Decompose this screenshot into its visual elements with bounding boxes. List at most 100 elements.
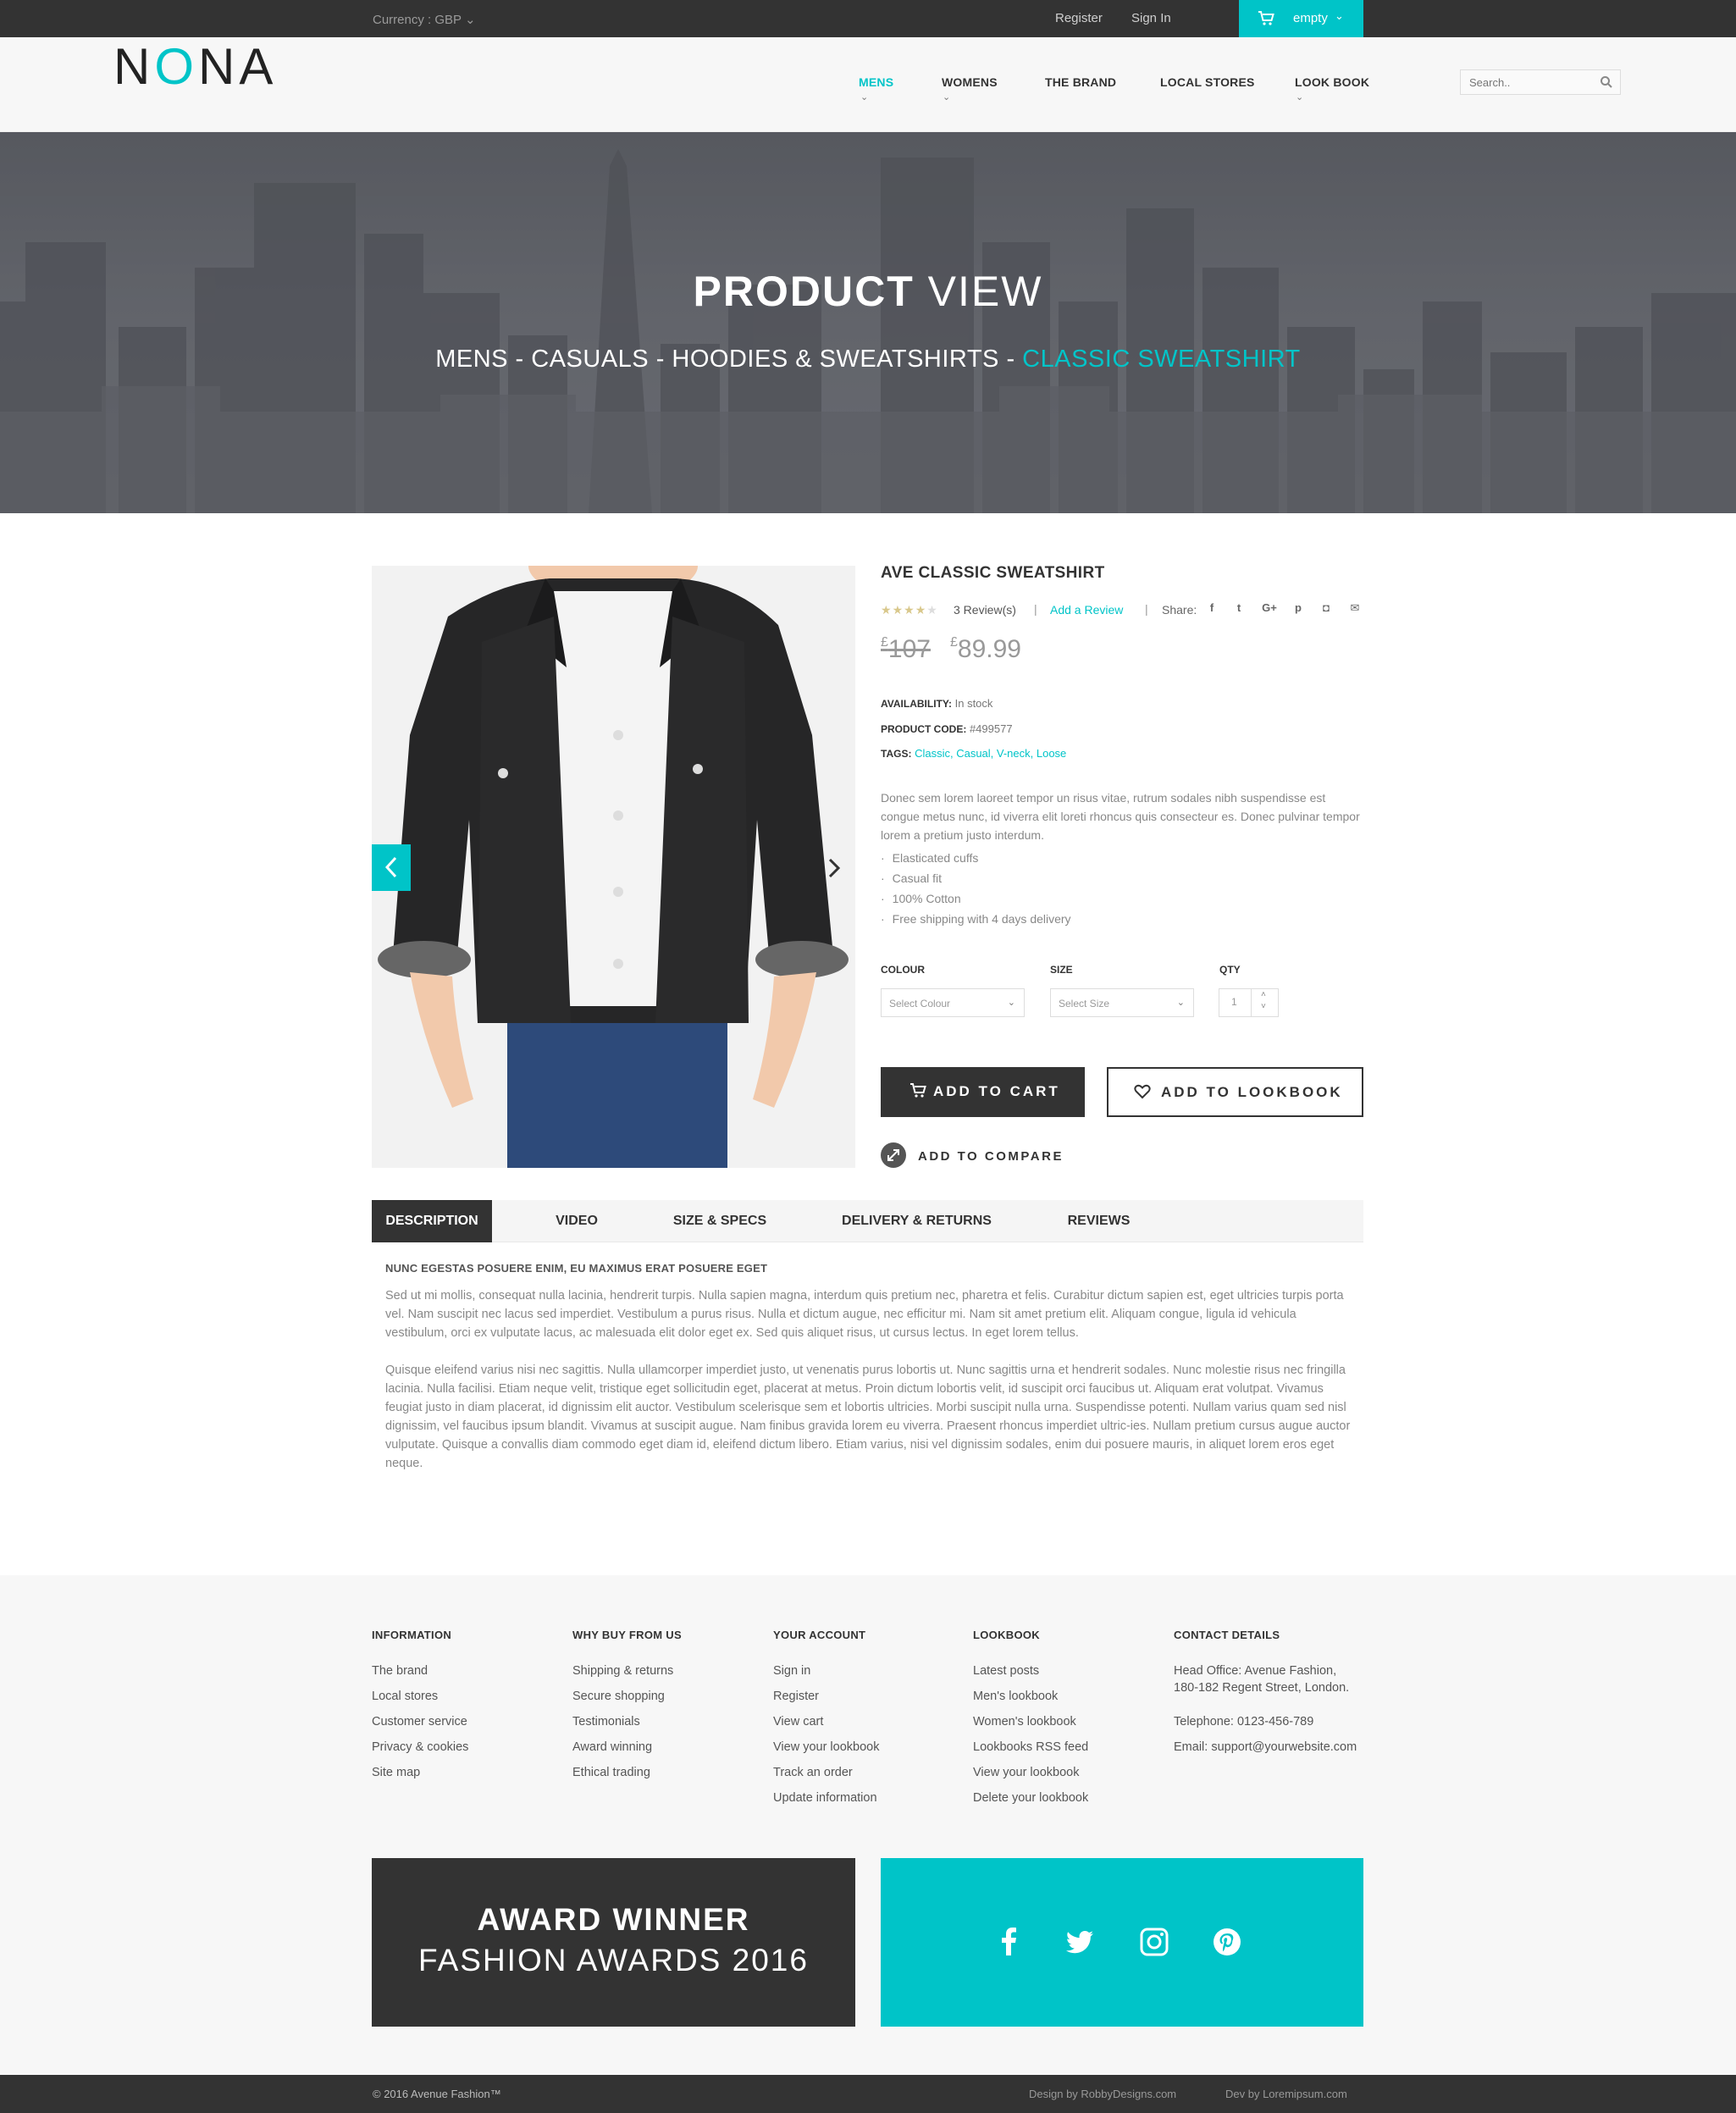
search-icon[interactable] bbox=[1600, 75, 1613, 89]
pinterest-icon[interactable] bbox=[1212, 1927, 1242, 1957]
footer-link[interactable]: Secure shopping bbox=[572, 1690, 665, 1703]
star-icon: ★ bbox=[926, 603, 938, 617]
dev-credit-link[interactable]: Dev by Loremipsum.com bbox=[1225, 2088, 1347, 2100]
cart-button[interactable]: empty ⌄ bbox=[1239, 0, 1363, 37]
contact-email[interactable]: Email: support@yourwebsite.com bbox=[1174, 1740, 1357, 1754]
footer-link[interactable]: Customer service bbox=[372, 1715, 467, 1729]
cart-icon bbox=[1258, 11, 1274, 25]
chevron-down-icon: ⌄ bbox=[943, 92, 951, 102]
nav-mens[interactable]: MENS bbox=[859, 75, 893, 89]
footer-link[interactable]: Shipping & returns bbox=[572, 1664, 673, 1678]
tag-links[interactable]: Classic, Casual, V-neck, Loose bbox=[915, 747, 1066, 760]
social-banner bbox=[881, 1858, 1363, 2027]
feature-item: Casual fit bbox=[881, 871, 942, 885]
footer-link[interactable]: Sign in bbox=[773, 1664, 810, 1678]
footer-heading: INFORMATION bbox=[372, 1629, 452, 1641]
logo[interactable]: NONA bbox=[113, 37, 277, 96]
nav-womens[interactable]: WOMENS bbox=[942, 75, 998, 89]
product-code: PRODUCT CODE: #499577 bbox=[881, 722, 1013, 735]
search-input[interactable] bbox=[1461, 70, 1588, 94]
register-link[interactable]: Register bbox=[1055, 11, 1103, 25]
share-label: Share: bbox=[1162, 603, 1197, 617]
chevron-down-icon: ⌄ bbox=[1335, 9, 1344, 22]
instagram-icon[interactable] bbox=[1139, 1927, 1169, 1957]
search-box bbox=[1460, 69, 1621, 95]
footer-link[interactable]: Lookbooks RSS feed bbox=[973, 1740, 1088, 1754]
tab-description[interactable]: DESCRIPTION bbox=[372, 1200, 492, 1242]
footer-link[interactable]: View your lookbook bbox=[973, 1766, 1079, 1779]
facebook-icon[interactable] bbox=[994, 1927, 1025, 1957]
footer-link[interactable]: Local stores bbox=[372, 1690, 438, 1703]
signin-link[interactable]: Sign In bbox=[1131, 11, 1171, 25]
chevron-left-icon bbox=[384, 856, 397, 878]
nav-look-book[interactable]: LOOK BOOK bbox=[1295, 75, 1369, 89]
footer-link[interactable]: Ethical trading bbox=[572, 1766, 650, 1779]
add-review-link[interactable]: Add a Review bbox=[1050, 603, 1123, 617]
footer-link[interactable]: Latest posts bbox=[973, 1664, 1039, 1678]
next-image-button[interactable] bbox=[821, 851, 847, 885]
hero-banner bbox=[0, 132, 1736, 513]
add-to-cart-button[interactable]: ADD TO CART bbox=[881, 1067, 1085, 1117]
pinterest-icon[interactable]: p bbox=[1291, 601, 1306, 617]
star-icon: ★ bbox=[915, 603, 927, 617]
footer-link[interactable]: View cart bbox=[773, 1715, 823, 1729]
divider bbox=[1251, 989, 1252, 1016]
jacket-illustration bbox=[372, 566, 855, 1168]
colour-label: COLOUR bbox=[881, 964, 925, 976]
tab-delivery-returns[interactable]: DELIVERY & RETURNS bbox=[830, 1200, 1003, 1242]
current-price: £89.99 bbox=[950, 635, 1021, 663]
tags: TAGS: Classic, Casual, V-neck, Loose bbox=[881, 747, 1067, 760]
divider: | bbox=[1034, 602, 1037, 616]
tab-size-specs[interactable]: SIZE & SPECS bbox=[661, 1200, 779, 1242]
qty-label: QTY bbox=[1219, 964, 1241, 976]
feature-item: Free shipping with 4 days delivery bbox=[881, 912, 1071, 926]
twitter-icon[interactable] bbox=[1064, 1927, 1095, 1957]
twitter-icon[interactable]: t bbox=[1231, 601, 1247, 617]
compare-icon[interactable] bbox=[881, 1142, 906, 1168]
chevron-down-icon: ⌄ bbox=[1296, 92, 1304, 102]
add-to-lookbook-button[interactable]: ADD TO LOOKBOOK bbox=[1107, 1067, 1363, 1117]
colour-select[interactable]: Select Colour ⌄ bbox=[881, 988, 1025, 1017]
footer-link[interactable]: Update information bbox=[773, 1791, 877, 1805]
contact-address: Head Office: Avenue Fashion, bbox=[1174, 1664, 1337, 1678]
footer-link[interactable]: Testimonials bbox=[572, 1715, 640, 1729]
footer-link[interactable]: Site map bbox=[372, 1766, 420, 1779]
google-plus-icon[interactable]: G+ bbox=[1259, 601, 1280, 617]
availability: AVAILABILITY: In stock bbox=[881, 697, 993, 710]
old-price: £107 bbox=[881, 635, 931, 663]
nav-local-stores[interactable]: LOCAL STORES bbox=[1160, 75, 1255, 89]
footer-link[interactable]: The brand bbox=[372, 1664, 428, 1678]
product-title: AVE CLASSIC SWEATSHIRT bbox=[881, 564, 1105, 582]
footer-link[interactable]: Women's lookbook bbox=[973, 1715, 1076, 1729]
qty-value[interactable]: 1 bbox=[1231, 996, 1237, 1008]
chevron-down-icon: ⌄ bbox=[464, 13, 476, 27]
email-icon[interactable]: ✉ bbox=[1347, 601, 1363, 617]
footer-link[interactable]: Men's lookbook bbox=[973, 1690, 1058, 1703]
footer bbox=[0, 1575, 1736, 2075]
chevron-up-icon[interactable]: ˄ bbox=[1261, 990, 1266, 999]
footer-link[interactable]: Register bbox=[773, 1690, 819, 1703]
footer-heading: LOOKBOOK bbox=[973, 1629, 1040, 1641]
quantity-stepper[interactable]: 1 ˄ ˅ bbox=[1219, 988, 1279, 1017]
size-select[interactable]: Select Size ⌄ bbox=[1050, 988, 1194, 1017]
chevron-down-icon[interactable]: ˅ bbox=[1261, 1002, 1266, 1011]
award-subtitle: FASHION AWARDS 2016 bbox=[418, 1943, 809, 1977]
contact-address: 180-182 Regent Street, London. bbox=[1174, 1681, 1350, 1695]
tab-video[interactable]: VIDEO bbox=[525, 1200, 628, 1242]
footer-link[interactable]: Privacy & cookies bbox=[372, 1740, 468, 1754]
prev-image-button[interactable] bbox=[372, 844, 411, 891]
facebook-icon[interactable]: f bbox=[1204, 601, 1219, 617]
footer-link[interactable]: Award winning bbox=[572, 1740, 652, 1754]
chevron-down-icon: ⌄ bbox=[860, 92, 869, 102]
currency-selector[interactable]: Currency : GBP ⌄ bbox=[373, 12, 476, 27]
footer-link[interactable]: View your lookbook bbox=[773, 1740, 879, 1754]
footer-link[interactable]: Track an order bbox=[773, 1766, 853, 1779]
add-to-compare-link[interactable]: ADD TO COMPARE bbox=[918, 1149, 1064, 1164]
feature-item: Elasticated cuffs bbox=[881, 851, 979, 865]
feature-item: 100% Cotton bbox=[881, 892, 961, 905]
footer-link[interactable]: Delete your lookbook bbox=[973, 1791, 1088, 1805]
instagram-icon[interactable]: ◘ bbox=[1319, 601, 1334, 617]
tab-reviews[interactable]: REVIEWS bbox=[1050, 1200, 1147, 1242]
nav-the-brand[interactable]: THE BRAND bbox=[1045, 75, 1116, 89]
design-credit-link[interactable]: Design by RobbyDesigns.com bbox=[1029, 2088, 1176, 2100]
